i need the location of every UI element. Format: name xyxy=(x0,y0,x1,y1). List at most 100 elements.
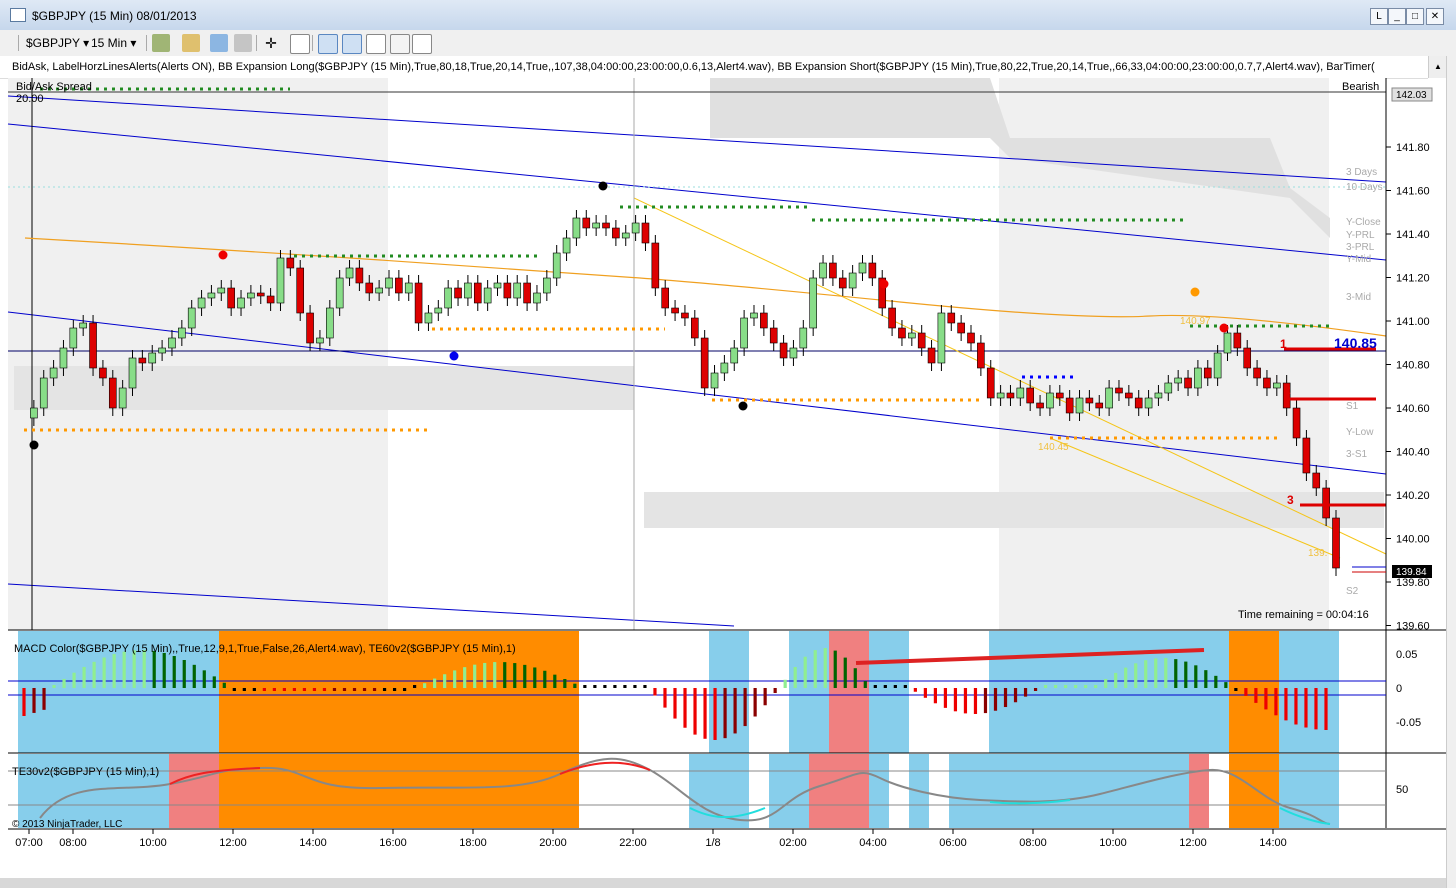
pivot-label: 3-PRL xyxy=(1346,242,1375,253)
macd-bar xyxy=(413,685,417,688)
macd-bar xyxy=(743,688,747,727)
price-tick-label: 140.60 xyxy=(1396,403,1430,415)
bar-type-icon[interactable] xyxy=(152,34,170,52)
minimize-button[interactable]: _ xyxy=(1388,8,1406,25)
instrument-label: $GBPJPY xyxy=(26,36,80,50)
top-price-marker-label: 142.03 xyxy=(1396,90,1427,101)
macd-zone xyxy=(1279,631,1339,753)
candle-body xyxy=(1125,392,1133,399)
macd-bar xyxy=(1114,672,1118,688)
candle-body xyxy=(256,292,265,297)
te30-label: TE30v2($GBPJPY (15 Min),1) xyxy=(12,766,159,778)
macd-bar xyxy=(112,654,116,688)
signal-dot xyxy=(738,401,748,411)
candle-body xyxy=(552,252,561,279)
chevron-down-icon: ▾ xyxy=(83,36,90,50)
macd-bar xyxy=(953,688,958,712)
candle-body xyxy=(690,317,699,339)
zoom-icon[interactable] xyxy=(290,34,310,54)
macd-bar xyxy=(433,678,437,688)
candle-body xyxy=(1026,387,1034,404)
add-indicator-icon[interactable] xyxy=(210,34,228,52)
data-box-icon[interactable] xyxy=(342,34,362,54)
pencil-draw-icon[interactable] xyxy=(182,34,200,52)
chart-properties-icon[interactable] xyxy=(366,34,386,54)
candle-body xyxy=(207,292,216,299)
macd-bar xyxy=(513,663,517,688)
time-tick-label: 06:00 xyxy=(939,837,967,849)
candle-body xyxy=(1075,397,1084,414)
pivot-label: Y-Mid xyxy=(1346,254,1371,265)
interval-selector[interactable]: 15 Min ▾ xyxy=(91,34,136,52)
macd-bar xyxy=(733,688,737,734)
time-tick-label: 10:00 xyxy=(139,837,167,849)
time-tick-label: 14:00 xyxy=(1259,837,1287,849)
candle-body xyxy=(908,332,916,339)
pivot-label: Y-Low xyxy=(1346,427,1374,438)
candle-body xyxy=(404,282,413,294)
snapshot-icon[interactable] xyxy=(412,34,432,54)
candle-body xyxy=(296,267,305,314)
macd-bar xyxy=(653,688,657,696)
candle-body xyxy=(621,232,630,239)
chart-canvas[interactable]: 1 140.85 2 3 3 Days 10 Days Y-Close Y-PR… xyxy=(0,78,1446,878)
candle-body xyxy=(1065,397,1074,414)
pivot-label: Y-Close xyxy=(1346,217,1381,228)
candle-body xyxy=(434,307,443,314)
crosshair-icon[interactable]: ✛ xyxy=(262,34,280,52)
pivot-label: S2 xyxy=(1346,586,1359,597)
copyright-label: © 2013 NinjaTrader, LLC xyxy=(12,819,122,830)
candle-body xyxy=(79,322,87,329)
macd-bar xyxy=(282,688,286,691)
macd-bar xyxy=(1324,688,1328,730)
vertical-scrollbar[interactable] xyxy=(1446,56,1456,888)
candle-body xyxy=(49,367,58,379)
candle-body xyxy=(819,262,827,279)
instrument-selector[interactable]: $GBPJPY ▾ xyxy=(26,34,89,52)
candle-body xyxy=(365,282,374,294)
link-button[interactable]: L xyxy=(1370,8,1388,25)
macd-bar xyxy=(52,685,56,688)
macd-bar xyxy=(623,685,627,688)
candle-body xyxy=(1016,387,1025,399)
macd-bar xyxy=(723,688,727,739)
price-tick-label: 141.80 xyxy=(1396,142,1430,154)
macd-bar xyxy=(973,688,978,714)
macd-zone xyxy=(869,631,909,753)
horizontal-scrollbar[interactable] xyxy=(0,878,1446,888)
macd-bar xyxy=(312,688,317,691)
close-button[interactable]: ✕ xyxy=(1426,8,1444,25)
candle-body xyxy=(473,282,482,304)
candle-body xyxy=(1332,517,1340,569)
candle-body xyxy=(888,307,896,329)
template-icon[interactable] xyxy=(390,34,410,54)
candle-body xyxy=(355,267,364,284)
candle-body xyxy=(967,332,975,344)
time-tick-label: 22:00 xyxy=(619,837,647,849)
time-tick-label: 12:00 xyxy=(219,837,247,849)
candle-body xyxy=(118,387,127,409)
macd-bar xyxy=(1144,660,1148,688)
candle-body xyxy=(493,282,502,289)
time-tick-label: 20:00 xyxy=(539,837,567,849)
candle-body xyxy=(750,312,758,319)
chevron-up-icon[interactable]: ▲ xyxy=(1428,56,1447,78)
candle-body xyxy=(612,227,620,239)
macd-bar xyxy=(863,681,867,688)
time-tick-label: 1/8 xyxy=(705,837,720,849)
macd-bar xyxy=(252,688,256,691)
macd-tick: 0 xyxy=(1396,683,1402,695)
strategy-icon[interactable] xyxy=(234,34,252,52)
macd-bar xyxy=(693,688,697,735)
macd-bar xyxy=(1023,688,1028,697)
macd-bar xyxy=(1003,688,1008,708)
signal-dot xyxy=(1190,287,1200,297)
macd-bar xyxy=(122,651,126,688)
maximize-button[interactable]: □ xyxy=(1406,8,1424,25)
alert-level-number: 2 xyxy=(1284,383,1291,397)
chart-layout-icon[interactable] xyxy=(318,34,338,54)
macd-bar xyxy=(893,685,897,688)
candle-body xyxy=(1134,397,1143,409)
macd-bar xyxy=(673,688,677,719)
pivot-label: 3-Mid xyxy=(1346,292,1371,303)
